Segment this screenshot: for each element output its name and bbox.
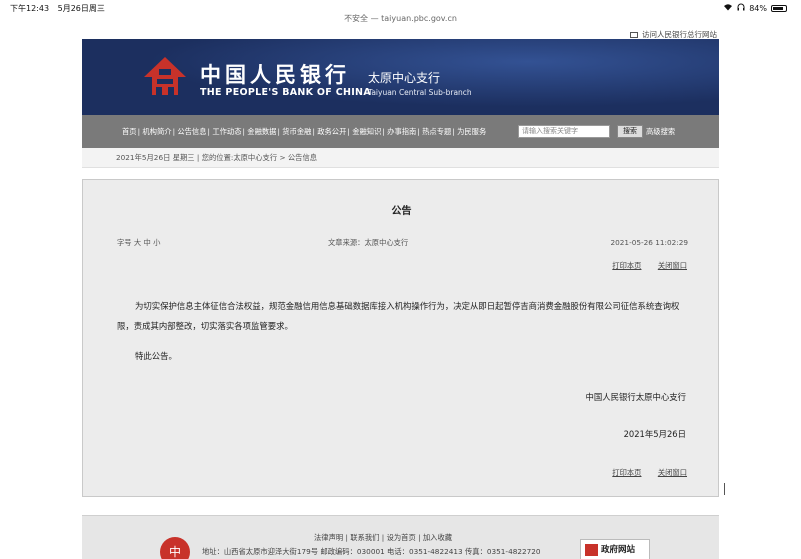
gov-website-badge[interactable]: 政府网站 (580, 539, 650, 559)
breadcrumb: 2021年5月26日 星期三 | 您的位置:太原中心支行 > 公告信息 (82, 148, 719, 168)
nav-item-topics[interactable]: 热点专题 (422, 127, 451, 136)
close-window-link-bottom[interactable]: 关闭窗口 (658, 468, 687, 477)
top-link-label: 访问人民银行总行网站 (642, 30, 717, 39)
site-title-cn: 中国人民银行 (200, 62, 350, 87)
text-cursor (724, 483, 725, 495)
nav-item-news[interactable]: 工作动态 (212, 127, 241, 136)
article-source: 文章来源：太原中心支行 (328, 238, 409, 247)
article-signature: 中国人民银行太原中心支行 (585, 392, 687, 402)
nav-items: 首页| 机构简介| 公告信息| 工作动态| 金融数据| 货币金融| 政务公开| … (122, 127, 487, 136)
print-link-bottom[interactable]: 打印本页 (612, 468, 641, 477)
print-link[interactable]: 打印本页 (612, 261, 641, 270)
article-title: 公告 (391, 206, 412, 217)
advanced-search-link[interactable]: 高级搜索 (646, 127, 675, 137)
article-tools-bottom: 打印本页 关闭窗口 (598, 468, 687, 478)
branch-title-en: Taiyuan Central Sub-branch (368, 88, 472, 97)
article-closing: 特此公告。 (135, 351, 177, 361)
address-bar[interactable]: 不安全 — taiyuan.pbc.gov.cn (0, 10, 801, 28)
nav-item-about[interactable]: 机构简介 (142, 127, 171, 136)
site-header: 中国人民银行 THE PEOPLE'S BANK OF CHINA 太原中心支行… (82, 39, 719, 115)
nav-item-guide[interactable]: 办事指南 (387, 127, 416, 136)
emblem-icon: 中 (160, 537, 190, 559)
url-text: 不安全 — taiyuan.pbc.gov.cn (344, 14, 457, 23)
gov-badge-label: 政府网站 (601, 545, 636, 555)
nav-item-service[interactable]: 为民服务 (457, 127, 486, 136)
article-panel: 公告 字号 大 中 小 文章来源：太原中心支行 2021-05-26 11:02… (82, 179, 719, 497)
article-datetime: 2021-05-26 11:02:29 (610, 238, 689, 247)
nav-item-data[interactable]: 金融数据 (247, 127, 276, 136)
nav-item-gov[interactable]: 政务公开 (317, 127, 346, 136)
nav-item-home[interactable]: 首页 (122, 127, 137, 136)
search-button[interactable]: 搜索 (617, 125, 643, 138)
nav-item-finance[interactable]: 货币金融 (282, 127, 311, 136)
footer-address: 地址：山西省太原市迎泽大街179号 邮政编码：030001 电话：0351-48… (202, 547, 541, 556)
main-nav: 首页| 机构简介| 公告信息| 工作动态| 金融数据| 货币金融| 政务公开| … (82, 115, 719, 148)
site-title-en: THE PEOPLE'S BANK OF CHINA (200, 87, 371, 98)
gov-badge-icon (585, 544, 598, 556)
search-input[interactable]: 请输入搜索关键字 (518, 125, 610, 138)
nav-item-notices[interactable]: 公告信息 (177, 127, 206, 136)
monitor-icon (629, 32, 638, 38)
article-body: 为切实保护信息主体征信合法权益，规范金融信用信息基础数据库接入机构操作行为，决定… (117, 301, 680, 331)
close-window-link[interactable]: 关闭窗口 (658, 261, 687, 270)
pbc-logo-icon (144, 57, 186, 95)
footer-links[interactable]: 法律声明 | 联系我们 | 设为首页 | 加入收藏 (314, 533, 452, 543)
nav-item-knowledge[interactable]: 金融知识 (352, 127, 381, 136)
site-footer: 法律声明 | 联系我们 | 设为首页 | 加入收藏 中 地址：山西省太原市迎泽大… (82, 515, 719, 559)
branch-title-cn: 太原中心支行 (368, 71, 441, 85)
font-size-options[interactable]: 字号 大 中 小 (117, 238, 160, 248)
article-tools-top: 打印本页 关闭窗口 (598, 261, 687, 271)
article-date: 2021年5月26日 (623, 429, 686, 439)
